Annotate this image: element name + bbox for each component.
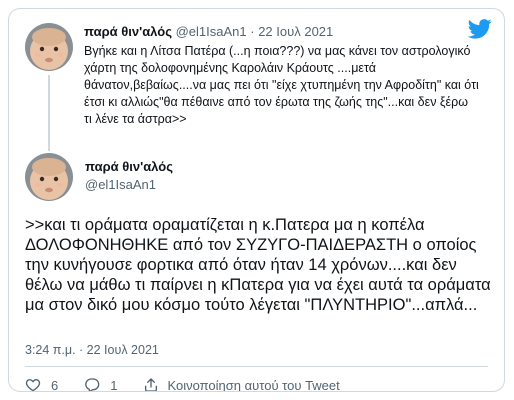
divider [25, 366, 488, 367]
separator: · [250, 24, 255, 39]
reply-icon [85, 378, 100, 391]
tweet-actions: 6 1 Κοινοποίηση αυτού του Tweet [25, 375, 366, 392]
parent-tweet-text: Βγήκε και η Λίτσα Πατέρα (...η ποια???) … [84, 44, 479, 126]
display-name[interactable]: παρά θιν'αλός [84, 24, 172, 39]
reply-button[interactable]: 1 [84, 377, 118, 392]
tweet-timestamp[interactable]: 3:24 π.μ. · 22 Ιουλ 2021 [25, 343, 159, 357]
avatar[interactable] [25, 23, 73, 71]
baby-photo-avatar-image [25, 153, 73, 201]
share-label: Κοινοποίηση αυτού του Tweet [167, 377, 340, 392]
tweet-text: >>και τι οράματα οραματίζεται η κ.Πατερα… [25, 216, 491, 314]
handle[interactable]: @el1IsaAn1 [85, 177, 156, 192]
thread-connector-line [48, 75, 50, 151]
share-icon [145, 378, 158, 391]
embedded-tweet-card[interactable]: παρά θιν'αλός @el1IsaAn1 · 22 Ιουλ 2021 … [8, 8, 505, 392]
reply-count: 1 [110, 377, 118, 392]
handle[interactable]: @el1IsaAn1 [176, 24, 247, 39]
like-button[interactable]: 6 [25, 377, 59, 392]
baby-photo-avatar-image [25, 23, 73, 71]
parent-tweet-header: παρά θιν'αλός @el1IsaAn1 · 22 Ιουλ 2021 [84, 24, 333, 39]
tweet-date[interactable]: 22 Ιουλ 2021 [258, 24, 333, 39]
avatar[interactable] [25, 153, 73, 201]
share-button[interactable]: Κοινοποίηση αυτού του Tweet [143, 377, 340, 392]
heart-icon [25, 379, 41, 391]
like-count: 6 [51, 377, 59, 392]
display-name[interactable]: παρά θιν'αλός [85, 159, 173, 174]
twitter-bird-icon[interactable] [468, 19, 492, 39]
